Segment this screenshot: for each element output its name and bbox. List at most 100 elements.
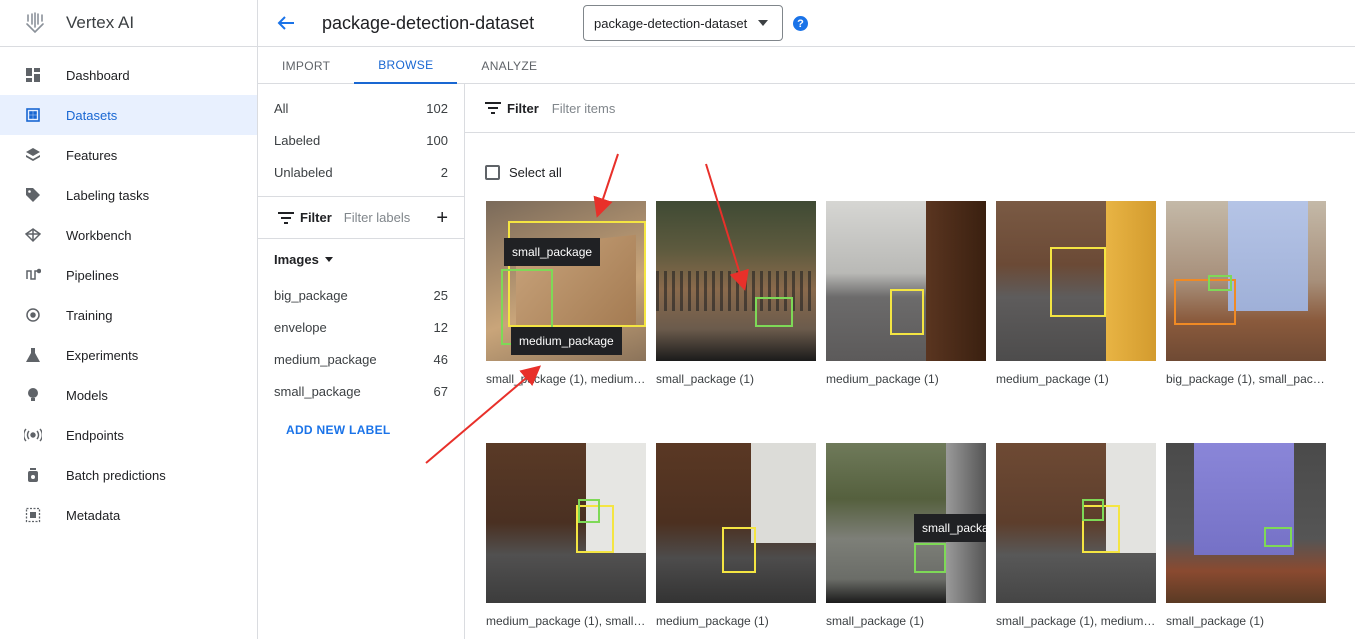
label-tooltip: small_package (914, 514, 986, 542)
image-card[interactable]: medium_package (1) (826, 201, 986, 386)
sidebar-item-label: Experiments (66, 347, 139, 363)
image-thumbnail[interactable]: small_package (826, 443, 986, 603)
label-row-medium-package[interactable]: medium_package 46 (258, 343, 464, 375)
sidebar-item-datasets[interactable]: Datasets (0, 95, 257, 135)
count-row-unlabeled[interactable]: Unlabeled 2 (258, 156, 464, 188)
dataset-select[interactable]: package-detection-dataset (583, 5, 783, 41)
image-thumbnail[interactable] (1166, 443, 1326, 603)
sidebar-item-dashboard[interactable]: Dashboard (0, 55, 257, 95)
label-row-small-package[interactable]: small_package 67 (258, 375, 464, 407)
endpoints-icon (24, 426, 42, 444)
batch-icon (24, 466, 42, 484)
bounding-box (1050, 247, 1106, 317)
count-row-all[interactable]: All 102 (258, 92, 464, 124)
vertex-ai-app: Vertex AI Dashboard Datasets Features La… (0, 0, 1355, 639)
image-thumbnail[interactable] (996, 443, 1156, 603)
image-browser: Filter Filter items Select all small_pac… (465, 84, 1355, 639)
image-thumbnail[interactable] (996, 201, 1156, 361)
vertex-ai-logo-icon (26, 12, 44, 34)
tab-import[interactable]: IMPORT (258, 47, 354, 84)
page-title: package-detection-dataset (322, 12, 535, 33)
filter-label: Filter (507, 100, 539, 116)
image-thumbnail[interactable] (656, 201, 816, 361)
image-caption: medium_package (1) (656, 614, 769, 628)
bounding-box (1264, 527, 1292, 547)
images-dropdown[interactable]: Images (258, 239, 464, 279)
image-card[interactable]: medium_package (1) (656, 443, 816, 628)
count-row-labeled[interactable]: Labeled 100 (258, 124, 464, 156)
count-value: 2 (440, 164, 448, 180)
count-label: All (274, 100, 289, 116)
chevron-down-icon (758, 20, 768, 26)
sidebar-item-models[interactable]: Models (0, 375, 257, 415)
sidebar-item-label: Models (66, 387, 108, 403)
sidebar-item-pipelines[interactable]: Pipelines (0, 255, 257, 295)
tab-analyze[interactable]: ANALYZE (457, 47, 561, 84)
add-new-label-button[interactable]: ADD NEW LABEL (258, 423, 464, 437)
count-label: Labeled (274, 132, 321, 148)
image-card[interactable]: big_package (1), small_package (1) (1166, 201, 1326, 386)
back-arrow-icon[interactable] (276, 12, 298, 34)
label-row-big-package[interactable]: big_package 25 (258, 279, 464, 311)
image-caption: small_package (1), medium_package (1) (486, 372, 646, 386)
image-caption: medium_package (1) (996, 372, 1109, 386)
dataset-select-value: package-detection-dataset (594, 15, 748, 31)
image-thumbnail[interactable] (826, 201, 986, 361)
select-all-checkbox[interactable] (485, 165, 500, 180)
bounding-box (914, 543, 946, 573)
sidebar-item-labeling-tasks[interactable]: Labeling tasks (0, 175, 257, 215)
sidebar-item-endpoints[interactable]: Endpoints (0, 415, 257, 455)
filter-items-input[interactable]: Filter items (552, 101, 616, 116)
items-filter-bar: Filter Filter items (465, 84, 1355, 133)
label-count: 25 (433, 287, 448, 303)
label-name: big_package (274, 287, 348, 303)
bounding-box (755, 297, 793, 327)
sidebar-nav: Dashboard Datasets Features Labeling tas… (0, 47, 257, 535)
image-card[interactable]: small_package (1) (1166, 443, 1326, 628)
features-icon (24, 146, 42, 164)
sidebar-item-batch-predictions[interactable]: Batch predictions (0, 455, 257, 495)
label-count: 46 (433, 351, 448, 367)
help-icon[interactable]: ? (793, 16, 808, 31)
label-list: big_package 25 envelope 12 medium_packag… (258, 279, 464, 407)
sidebar-item-label: Pipelines (66, 267, 119, 283)
sidebar-item-features[interactable]: Features (0, 135, 257, 175)
sidebar: Vertex AI Dashboard Datasets Features La… (0, 0, 258, 639)
bounding-box (1082, 499, 1104, 521)
image-thumbnail[interactable] (1166, 201, 1326, 361)
sidebar-item-label: Batch predictions (66, 467, 166, 483)
sidebar-item-label: Dashboard (66, 67, 130, 83)
image-caption: small_package (1), medium_package (1) (996, 614, 1156, 628)
image-caption: small_package (1) (656, 372, 755, 386)
tab-browse[interactable]: BROWSE (354, 47, 458, 84)
image-card[interactable]: small_package medium_package small_packa… (486, 201, 646, 386)
filter-labels-input[interactable]: Filter labels (344, 210, 437, 225)
labels-panel: All 102 Labeled 100 Unlabeled 2 Filter F… (258, 84, 465, 639)
image-thumbnail[interactable] (656, 443, 816, 603)
image-card[interactable]: small_package (1) (656, 201, 816, 386)
select-all[interactable]: Select all (485, 165, 562, 180)
sidebar-item-workbench[interactable]: Workbench (0, 215, 257, 255)
image-thumbnail[interactable]: small_package medium_package (486, 201, 646, 361)
label-row-envelope[interactable]: envelope 12 (258, 311, 464, 343)
label-count: 67 (433, 383, 448, 399)
image-card[interactable]: small_package (1), medium_package (1) (996, 443, 1156, 628)
sidebar-item-metadata[interactable]: Metadata (0, 495, 257, 535)
image-caption: small_package (1) (1166, 614, 1265, 628)
label-name: envelope (274, 319, 327, 335)
tag-icon (24, 186, 42, 204)
brand: Vertex AI (0, 0, 257, 47)
image-card[interactable]: medium_package (1) (996, 201, 1156, 386)
bounding-box (722, 527, 756, 573)
sidebar-item-label: Features (66, 147, 118, 163)
count-value: 100 (426, 132, 448, 148)
pipelines-icon (24, 266, 42, 284)
image-thumbnail[interactable] (486, 443, 646, 603)
sidebar-item-experiments[interactable]: Experiments (0, 335, 257, 375)
sidebar-item-training[interactable]: Training (0, 295, 257, 335)
add-label-icon[interactable]: + (436, 208, 448, 228)
page-header: package-detection-dataset package-detect… (258, 0, 1355, 47)
image-card[interactable]: small_package small_package (1) (826, 443, 986, 628)
item-counts: All 102 Labeled 100 Unlabeled 2 (258, 84, 464, 197)
image-card[interactable]: medium_package (1), small_package (1) (486, 443, 646, 628)
